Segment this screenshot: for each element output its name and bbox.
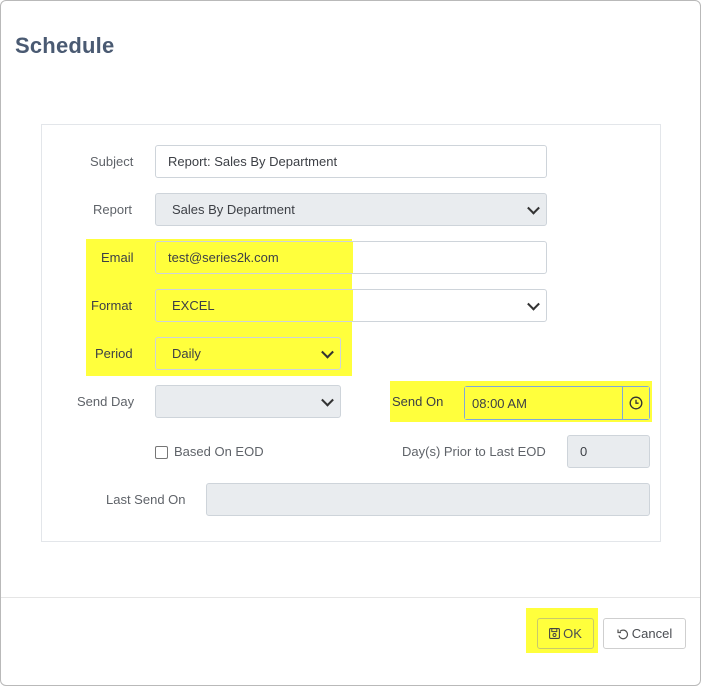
- format-value: EXCEL: [172, 298, 215, 313]
- subject-value: Report: Sales By Department: [168, 154, 338, 169]
- send-on-value: 08:00 AM: [472, 395, 527, 411]
- chevron-down-icon: [321, 393, 334, 407]
- clock-icon: [629, 396, 643, 410]
- subject-input[interactable]: Report: Sales By Department: [155, 145, 547, 178]
- send-on-label: Send On: [392, 394, 444, 409]
- schedule-dialog: Schedule Subject Report: Sales By Depart…: [0, 0, 701, 686]
- cancel-button[interactable]: Cancel: [603, 618, 686, 649]
- save-icon: [549, 628, 561, 639]
- last-send-on-label: Last Send On: [106, 492, 186, 507]
- email-input[interactable]: test@series2k.com: [155, 241, 547, 274]
- days-prior-label: Day(s) Prior to Last EOD: [402, 444, 546, 459]
- cancel-label: Cancel: [631, 626, 673, 641]
- send-on-time-picker[interactable]: 08:00 AM: [464, 386, 650, 420]
- dialog-title: Schedule: [15, 33, 115, 58]
- format-label: Format: [91, 298, 133, 313]
- based-on-eod-checkbox[interactable]: [155, 446, 168, 459]
- based-on-eod-label: Based On EOD: [174, 444, 264, 459]
- ok-button[interactable]: OK: [537, 618, 594, 649]
- report-label: Report: [93, 202, 133, 217]
- last-send-on-input[interactable]: [206, 483, 650, 516]
- chevron-down-icon: [527, 297, 540, 311]
- period-label: Period: [95, 346, 133, 361]
- ok-label: OK: [563, 626, 582, 641]
- send-day-select[interactable]: [155, 385, 341, 418]
- days-prior-input[interactable]: 0: [567, 435, 650, 468]
- days-prior-value: 0: [580, 444, 588, 459]
- period-select[interactable]: Daily: [155, 337, 341, 370]
- chevron-down-icon: [321, 345, 334, 359]
- chevron-down-icon: [527, 201, 540, 215]
- report-value: Sales By Department: [172, 202, 295, 217]
- send-on-input[interactable]: 08:00 AM: [465, 387, 622, 419]
- email-label: Email: [101, 250, 134, 265]
- send-day-label: Send Day: [77, 394, 135, 409]
- footer-divider: [1, 597, 700, 598]
- period-value: Daily: [172, 346, 201, 361]
- email-value: test@series2k.com: [168, 250, 279, 265]
- undo-icon: [617, 629, 628, 639]
- clock-button[interactable]: [622, 387, 649, 419]
- format-select[interactable]: EXCEL: [155, 289, 547, 322]
- report-select[interactable]: Sales By Department: [155, 193, 547, 226]
- subject-label: Subject: [90, 154, 134, 169]
